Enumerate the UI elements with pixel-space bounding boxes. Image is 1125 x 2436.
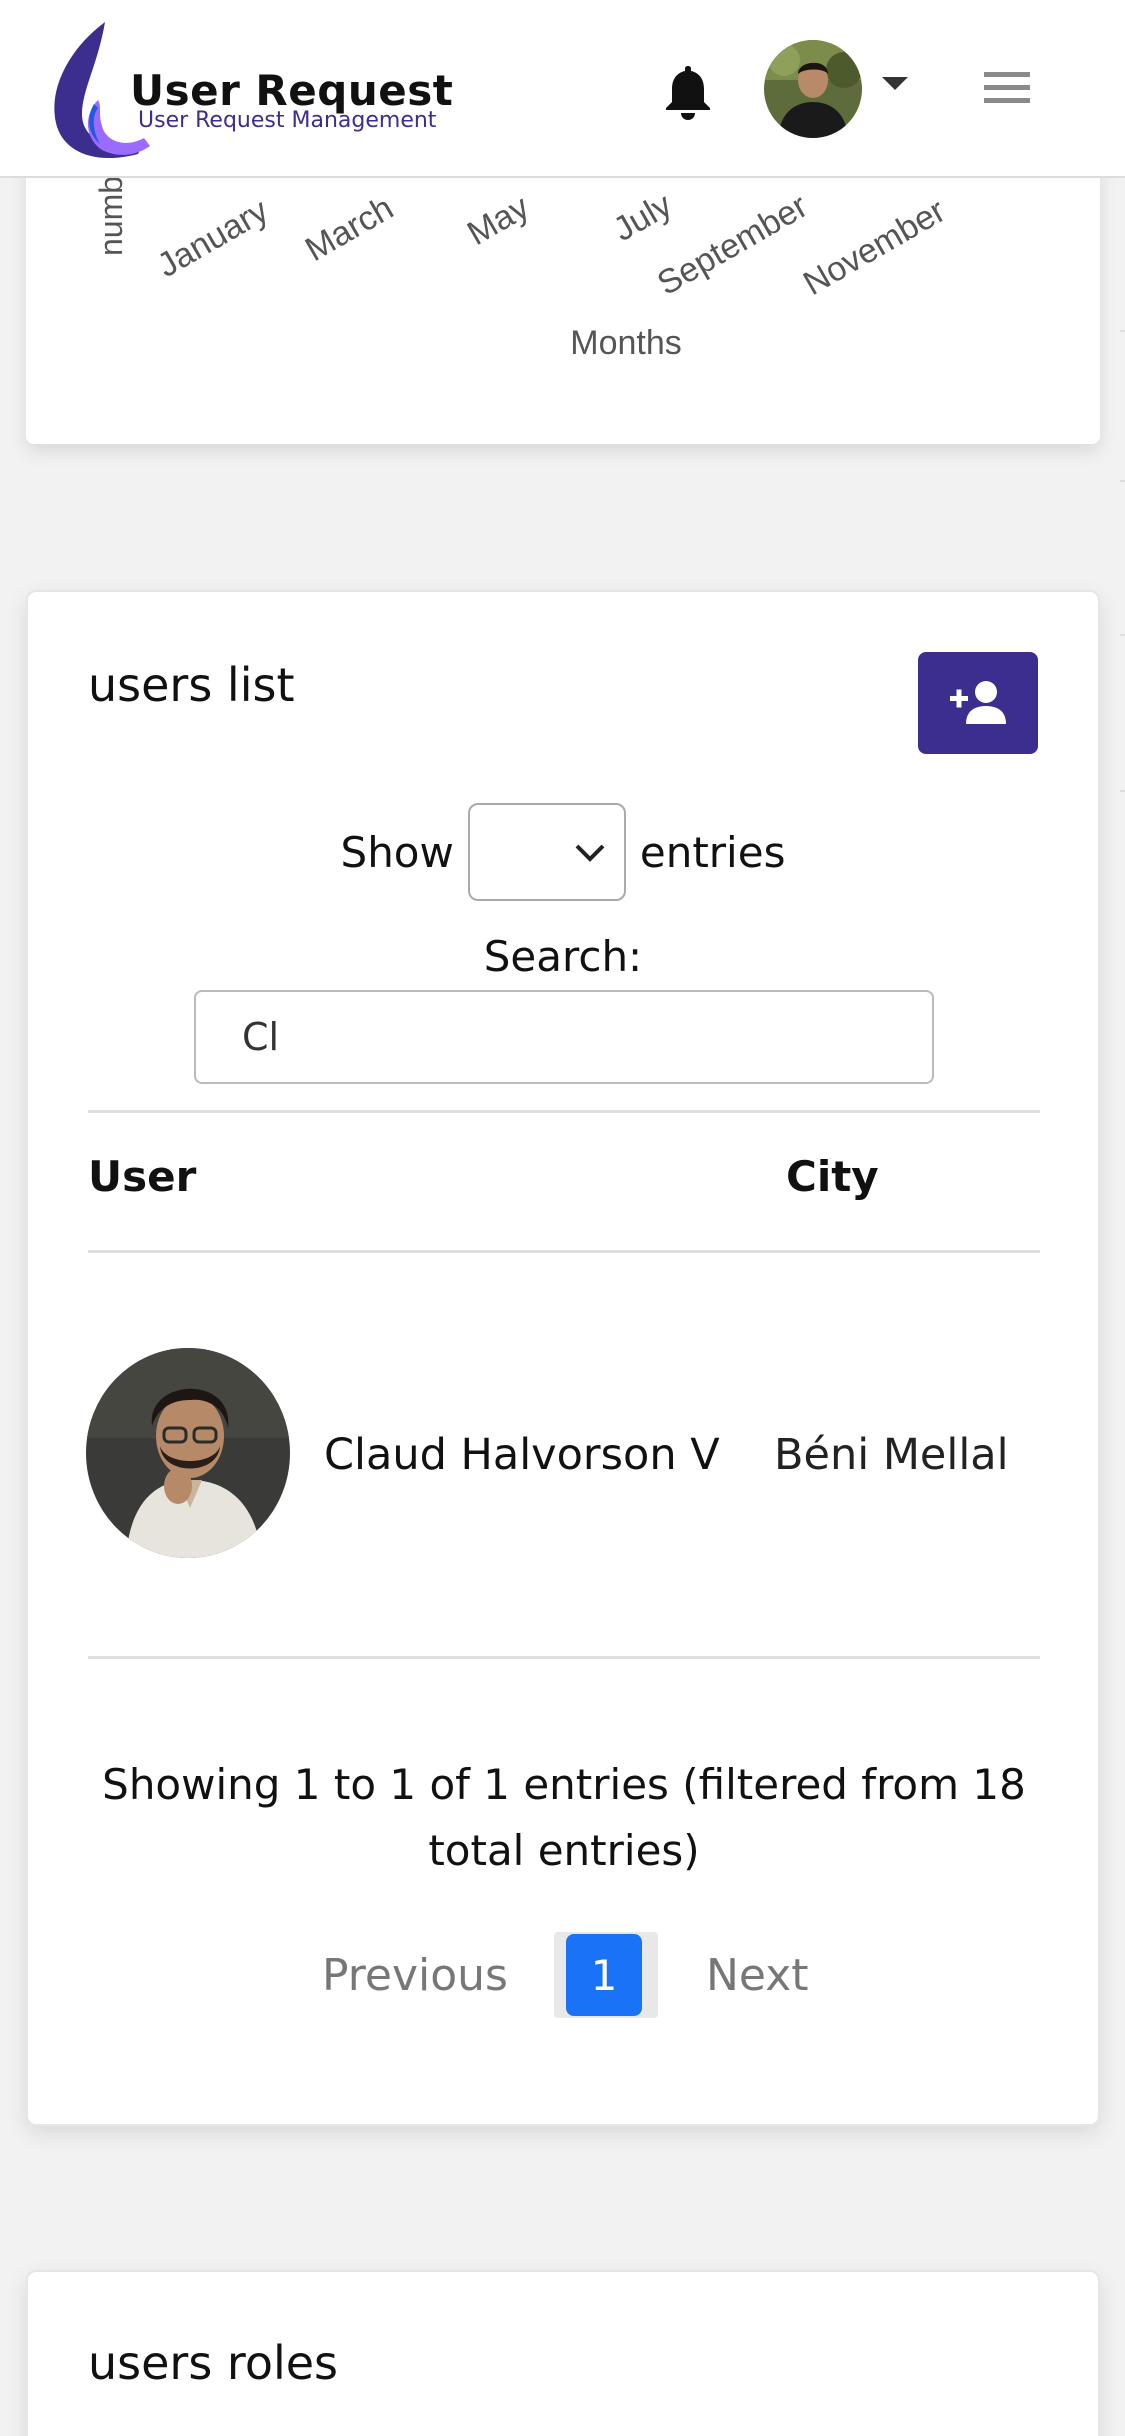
table-top-border: [88, 1110, 1040, 1113]
top-navbar: User Request User Request Management: [0, 0, 1125, 178]
y-axis-label: numb: [93, 176, 129, 256]
edge-divider: [1120, 480, 1125, 482]
table-info: Showing 1 to 1 of 1 entries (filtered fr…: [102, 1760, 1026, 1875]
search-label: Search:: [483, 932, 643, 981]
pagination-next[interactable]: Next: [706, 1950, 809, 2001]
chevron-down-icon: [575, 844, 605, 862]
column-header-user[interactable]: User: [88, 1152, 196, 1201]
x-tick-may: May: [461, 188, 536, 253]
x-tick-january: January: [151, 192, 275, 285]
pagination-page-1[interactable]: 1: [566, 1934, 642, 2016]
edge-divider: [1120, 330, 1125, 332]
pagination-previous[interactable]: Previous: [322, 1950, 508, 2001]
bell-icon[interactable]: [662, 62, 714, 120]
user-plus-icon: [950, 681, 1006, 724]
avatar: [86, 1348, 290, 1558]
x-axis-title: Months: [570, 324, 682, 362]
edge-divider: [1120, 634, 1125, 636]
table-bottom-border: [88, 1656, 1040, 1659]
caret-down-icon[interactable]: [880, 74, 910, 92]
edge-divider: [1120, 790, 1125, 792]
brand-subtitle: User Request Management: [138, 108, 437, 133]
card-title: users list: [88, 658, 295, 712]
x-tick-july: July: [607, 186, 678, 249]
city-cell: Béni Mellal: [774, 1430, 1009, 1480]
search-input[interactable]: [194, 990, 934, 1084]
user-avatar[interactable]: [764, 40, 862, 138]
x-tick-november: November: [797, 192, 952, 303]
users-roles-card: users roles: [26, 2270, 1100, 2436]
add-user-button[interactable]: [918, 652, 1038, 754]
menu-icon[interactable]: [982, 68, 1032, 108]
x-tick-march: March: [299, 189, 400, 269]
users-list-card: users list Show entries Search: User Cit…: [26, 590, 1100, 2126]
card-title: users roles: [88, 2336, 339, 2390]
pagination: Previous 1 Next: [28, 1932, 1098, 2022]
pagination-page-wrapper: 1: [554, 1932, 658, 2018]
user-name-cell: Claud Halvorson V: [324, 1430, 720, 1480]
show-label: Show: [340, 827, 454, 877]
entries-length-select[interactable]: [467, 803, 626, 901]
x-tick-september: September: [651, 187, 814, 303]
length-control: Show entries: [28, 802, 1098, 902]
table-header-border: [88, 1250, 1040, 1253]
column-header-city[interactable]: City: [786, 1152, 879, 1201]
entries-label: entries: [639, 827, 786, 877]
